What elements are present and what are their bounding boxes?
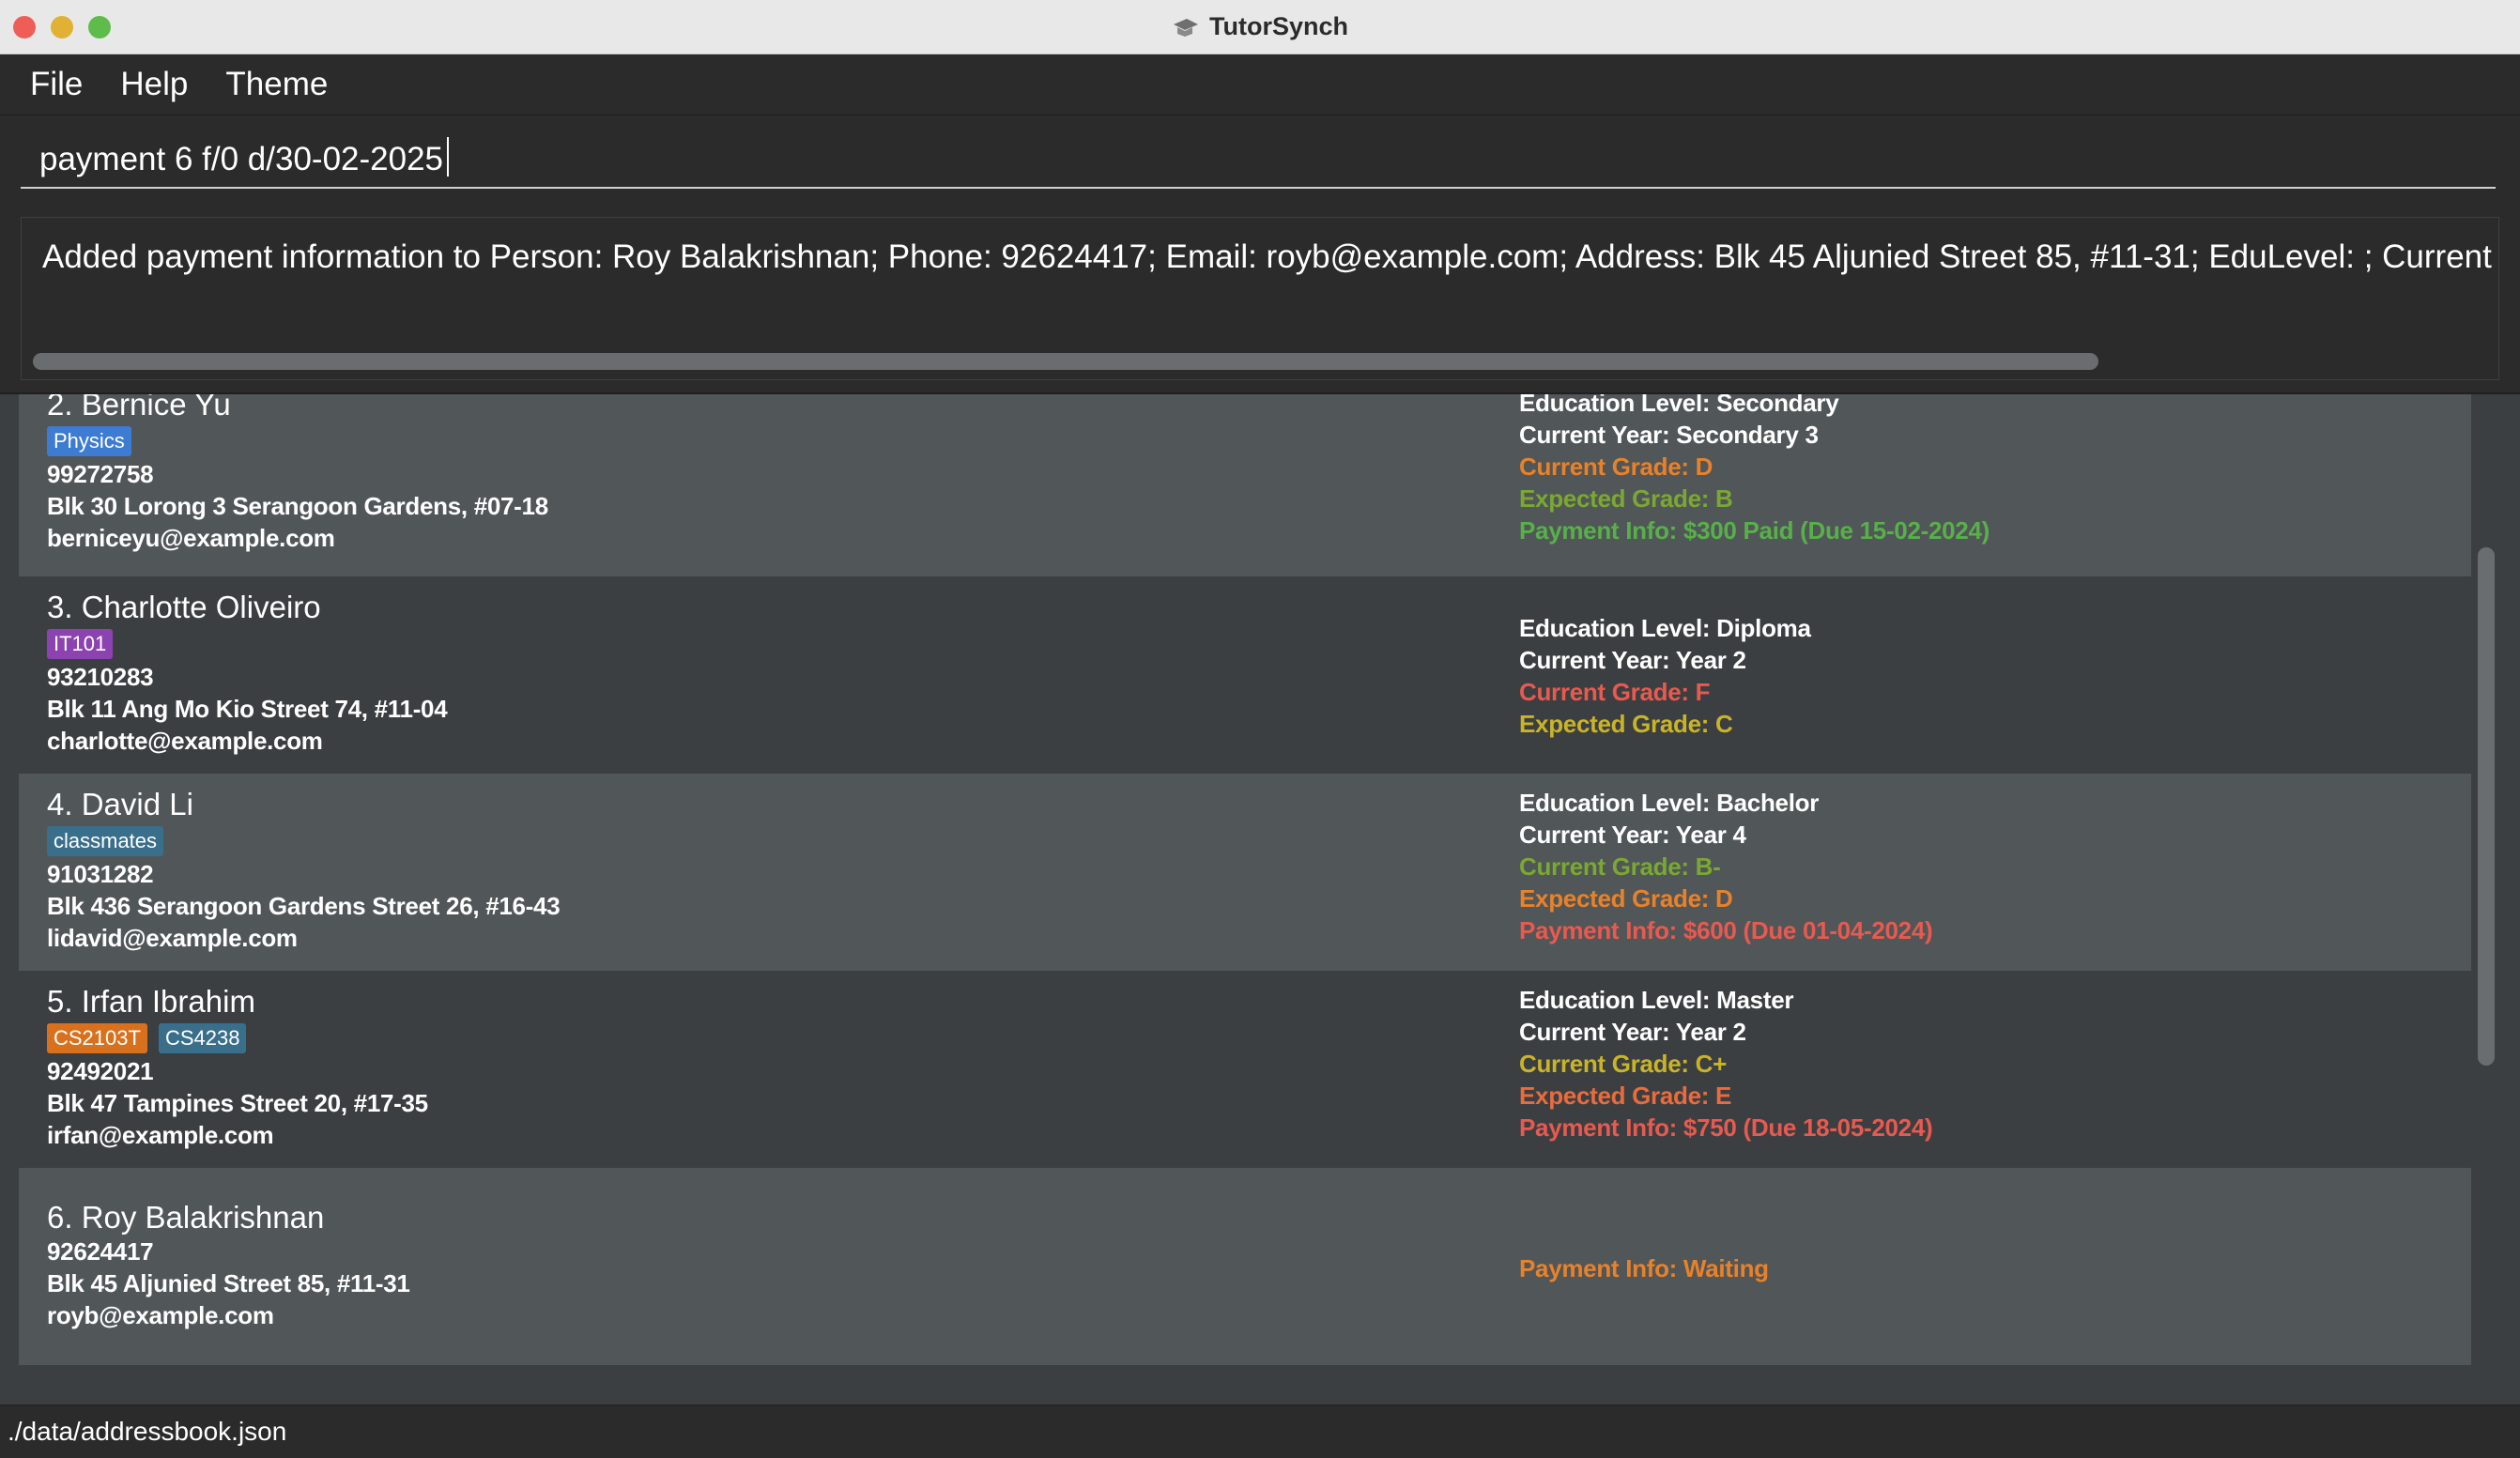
current-year: Current Year: Secondary 3 (1519, 421, 1819, 449)
person-phone: 91031282 (47, 860, 154, 888)
person-address: Blk 45 Aljunied Street 85, #11-31 (47, 1269, 410, 1297)
person-card[interactable]: 2. Bernice Yu Physics 99272758 Blk 30 Lo… (19, 394, 2471, 584)
person-card[interactable]: 4. David Li classmates 91031282 Blk 436 … (19, 774, 2471, 971)
command-box (0, 115, 2520, 206)
person-name: 3. Charlotte Oliveiro (47, 590, 321, 624)
tag-label: Physics (47, 426, 131, 456)
person-card[interactable]: 3. Charlotte Oliveiro IT101 93210283 Blk… (19, 576, 2471, 774)
person-phone: 99272758 (47, 460, 154, 488)
education-level: Education Level: Master (1519, 986, 1794, 1014)
current-year: Current Year: Year 2 (1519, 646, 1746, 674)
current-year: Current Year: Year 4 (1519, 821, 1746, 849)
current-grade: Current Grade: B- (1519, 852, 1721, 881)
command-input[interactable] (21, 132, 2496, 189)
person-name: 2. Bernice Yu (47, 394, 231, 422)
person-phone: 92624417 (47, 1237, 154, 1266)
menu-file[interactable]: File (30, 66, 83, 103)
result-horizontal-scrollbar[interactable] (33, 353, 2098, 370)
graduation-cap-icon (1174, 18, 1198, 37)
person-card[interactable]: 5. Irfan Ibrahim CS2103T CS4238 92492021… (19, 971, 2471, 1168)
payment-info: Payment Info: $300 Paid (Due 15-02-2024) (1519, 516, 1990, 545)
education-level: Education Level: Bachelor (1519, 789, 1820, 817)
menu-theme[interactable]: Theme (225, 66, 328, 103)
status-bar: ./data/addressbook.json (0, 1404, 2520, 1458)
person-email: royb@example.com (47, 1301, 274, 1329)
person-address: Blk 11 Ang Mo Kio Street 74, #11-04 (47, 695, 448, 723)
payment-info: Payment Info: Waiting (1519, 1254, 1769, 1282)
person-card[interactable]: 6. Roy Balakrishnan 92624417 Blk 45 Alju… (19, 1168, 2471, 1365)
person-phone: 92492021 (47, 1057, 154, 1085)
window-title: TutorSynch (1209, 12, 1348, 40)
expected-grade: Expected Grade: D (1519, 884, 1733, 913)
text-caret (447, 137, 449, 176)
person-address: Blk 30 Lorong 3 Serangoon Gardens, #07-1… (47, 492, 548, 520)
list-vertical-scrollbar[interactable] (2478, 547, 2495, 1066)
person-email: lidavid@example.com (47, 924, 298, 952)
person-email: charlotte@example.com (47, 727, 323, 755)
person-name: 6. Roy Balakrishnan (47, 1200, 325, 1235)
current-grade: Current Grade: D (1519, 453, 1713, 481)
current-grade: Current Grade: F (1519, 678, 1711, 706)
expected-grade: Expected Grade: E (1519, 1082, 1732, 1110)
expected-grade: Expected Grade: C (1519, 710, 1733, 738)
payment-info: Payment Info: $750 (Due 18-05-2024) (1519, 1113, 1933, 1142)
payment-info: Payment Info: $600 (Due 01-04-2024) (1519, 916, 1933, 944)
current-year: Current Year: Year 2 (1519, 1018, 1746, 1046)
tag-label: CS4238 (158, 1023, 247, 1053)
person-list[interactable]: 2. Bernice Yu Physics 99272758 Blk 30 Lo… (0, 394, 2520, 1404)
person-name: 4. David Li (47, 787, 193, 821)
result-box[interactable]: Added payment information to Person: Roy… (21, 217, 2499, 380)
result-display: Added payment information to Person: Roy… (0, 206, 2520, 393)
expected-grade: Expected Grade: B (1519, 484, 1733, 513)
person-email: irfan@example.com (47, 1121, 274, 1149)
title-bar: TutorSynch (0, 0, 2520, 54)
menu-help[interactable]: Help (120, 66, 188, 103)
result-text: Added payment information to Person: Roy… (42, 238, 2499, 275)
tag-label: CS2103T (47, 1023, 147, 1053)
person-address: Blk 47 Tampines Street 20, #17-35 (47, 1089, 428, 1117)
tag-label: classmates (47, 826, 164, 856)
education-level: Education Level: Diploma (1519, 614, 1811, 642)
person-name: 5. Irfan Ibrahim (47, 984, 255, 1019)
person-email: berniceyu@example.com (47, 524, 335, 552)
person-address: Blk 436 Serangoon Gardens Street 26, #16… (47, 892, 561, 920)
person-phone: 93210283 (47, 663, 154, 691)
data-file-path: ./data/addressbook.json (8, 1417, 287, 1446)
education-level: Education Level: Secondary (1519, 394, 1839, 417)
menu-bar: File Help Theme (0, 54, 2520, 115)
tag-label: IT101 (47, 629, 114, 659)
current-grade: Current Grade: C+ (1519, 1050, 1728, 1078)
